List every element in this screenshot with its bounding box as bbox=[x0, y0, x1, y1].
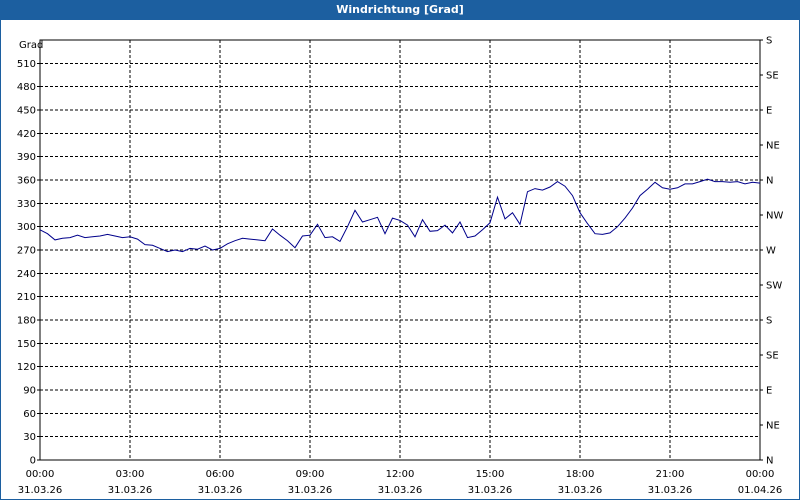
chart-area: Grad 0 30 60 90 120 150 180 210 240 270 300 330 360 3… bbox=[0, 20, 800, 500]
x-tick-time-label: 15:00 bbox=[476, 469, 505, 480]
chart-title-bar: Windrichtung [Grad] bbox=[0, 0, 800, 20]
y-tick-label: 150 bbox=[17, 339, 36, 350]
right-tick-label: W bbox=[766, 246, 776, 257]
y-tick-label: 300 bbox=[17, 222, 36, 233]
x-tick-time-label: 00:00 bbox=[746, 469, 775, 480]
right-tick-label: SE bbox=[766, 71, 779, 82]
y-tick-label: 270 bbox=[17, 246, 36, 257]
y-tick-label: 240 bbox=[17, 269, 36, 280]
right-tick-label: E bbox=[766, 386, 772, 397]
y-tick-label: 210 bbox=[17, 292, 36, 303]
right-tick-label: N bbox=[766, 456, 773, 467]
y-tick-label: 420 bbox=[17, 129, 36, 140]
y-tick-label: 120 bbox=[17, 362, 36, 373]
right-tick-label: NE bbox=[766, 141, 780, 152]
y-tick-label: 360 bbox=[17, 176, 36, 187]
y-tick-label: 510 bbox=[17, 59, 36, 70]
x-tick-time-label: 18:00 bbox=[566, 469, 595, 480]
x-tick-date-label: 01.04.26 bbox=[738, 485, 783, 496]
y-tick-label: 60 bbox=[23, 409, 36, 420]
x-tick-time-label: 03:00 bbox=[116, 469, 145, 480]
y-tick-label: 0 bbox=[30, 456, 36, 467]
x-tick-date-label: 31.03.26 bbox=[648, 485, 693, 496]
x-tick-date-label: 31.03.26 bbox=[558, 485, 603, 496]
x-tick-date-label: 31.03.26 bbox=[468, 485, 513, 496]
y-tick-label: 480 bbox=[17, 82, 36, 93]
x-tick-time-label: 00:00 bbox=[26, 469, 55, 480]
x-tick-date-label: 31.03.26 bbox=[108, 485, 153, 496]
right-tick-label: NW bbox=[766, 211, 783, 222]
right-tick-label: SW bbox=[766, 281, 782, 292]
x-tick-time-label: 09:00 bbox=[296, 469, 325, 480]
right-tick-label: SE bbox=[766, 351, 779, 362]
y-tick-label: 90 bbox=[23, 386, 36, 397]
x-tick-time-label: 06:00 bbox=[206, 469, 235, 480]
y-tick-label: 450 bbox=[17, 106, 36, 117]
right-tick-label: NE bbox=[766, 421, 780, 432]
x-tick-time-label: 12:00 bbox=[386, 469, 415, 480]
x-tick-time-label: 21:00 bbox=[656, 469, 685, 480]
x-tick-date-label: 31.03.26 bbox=[198, 485, 243, 496]
right-tick-label: N bbox=[766, 176, 773, 187]
y-tick-label: 180 bbox=[17, 316, 36, 327]
x-tick-date-label: 31.03.26 bbox=[288, 485, 333, 496]
chart-title: Windrichtung [Grad] bbox=[336, 3, 464, 16]
y-tick-label: 330 bbox=[17, 199, 36, 210]
x-tick-date-label: 31.03.26 bbox=[378, 485, 423, 496]
wind-direction-chart: Grad 03060901201501802102402703003303603… bbox=[17, 36, 784, 497]
y-tick-label: 30 bbox=[23, 432, 36, 443]
x-tick-date-label: 31.03.26 bbox=[18, 485, 63, 496]
y-tick-label: 390 bbox=[17, 152, 36, 163]
right-tick-label: S bbox=[766, 36, 772, 47]
right-tick-label: E bbox=[766, 106, 772, 117]
right-tick-label: S bbox=[766, 316, 772, 327]
